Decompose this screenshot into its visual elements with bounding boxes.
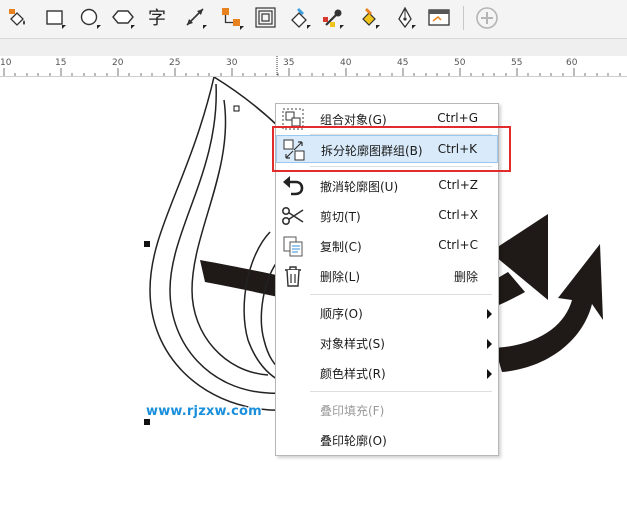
ruler-ticks bbox=[3, 56, 621, 76]
menu-item-label: 颜色样式(R) bbox=[320, 367, 386, 381]
property-bar bbox=[0, 39, 627, 57]
menu-item-label: 对象样式(S) bbox=[320, 337, 385, 351]
ruler-label: 35 bbox=[283, 58, 295, 68]
menu-item-overprint-outline[interactable]: 叠印轮廓(O) bbox=[276, 426, 498, 454]
horizontal-ruler[interactable]: 10 15 20 25 30 35 40 45 50 55 60 bbox=[0, 56, 627, 77]
ruler-label: 45 bbox=[397, 58, 409, 68]
pen-tool-icon[interactable] bbox=[392, 5, 418, 31]
ruler-label: 60 bbox=[566, 58, 578, 68]
menu-item-shortcut: Ctrl+G bbox=[437, 111, 478, 125]
menu-item-shortcut: Ctrl+X bbox=[438, 208, 478, 222]
ruler-label: 20 bbox=[112, 58, 124, 68]
text-tool-icon[interactable]: 字 bbox=[146, 5, 172, 31]
menu-item-color-styles[interactable]: 颜色样式(R) bbox=[276, 359, 498, 387]
text-tool-glyph: 字 bbox=[148, 8, 166, 29]
submenu-arrow-icon bbox=[487, 339, 492, 349]
menu-item-label: 撤消轮廓图(U) bbox=[320, 180, 399, 194]
menu-item-shortcut: Ctrl+Z bbox=[438, 178, 478, 192]
menu-separator bbox=[310, 294, 492, 295]
menu-item-shortcut: 删除 bbox=[453, 270, 478, 284]
selection-handle bbox=[144, 241, 150, 247]
screen-capture-icon[interactable] bbox=[426, 5, 452, 31]
menu-item-label: 删除(L) bbox=[320, 270, 361, 284]
menu-item-label: 复制(C) bbox=[320, 240, 362, 254]
trash-icon bbox=[281, 264, 305, 288]
selection-handle bbox=[144, 419, 150, 425]
interactive-fill-icon[interactable] bbox=[287, 5, 313, 31]
eyedropper-icon[interactable] bbox=[320, 5, 346, 31]
menu-item-shortcut: Ctrl+C bbox=[438, 238, 478, 252]
menu-item-delete[interactable]: 删除(L) 删除 bbox=[276, 262, 498, 290]
rectangle-tool-icon[interactable] bbox=[42, 5, 68, 31]
menu-item-label: 叠印填充(F) bbox=[320, 404, 385, 418]
ruler-label: 15 bbox=[55, 58, 67, 68]
submenu-arrow-icon bbox=[487, 309, 492, 319]
highlight-annotation-box bbox=[272, 126, 511, 172]
polygon-tool-icon[interactable] bbox=[111, 5, 137, 31]
menu-item-order[interactable]: 顺序(O) bbox=[276, 299, 498, 327]
ruler-label: 40 bbox=[340, 58, 352, 68]
ruler-label: 50 bbox=[454, 58, 466, 68]
connector-tool-icon[interactable] bbox=[219, 5, 245, 31]
node-handle bbox=[233, 105, 240, 112]
dimension-tool-icon[interactable] bbox=[183, 5, 209, 31]
ruler-label: 25 bbox=[169, 58, 181, 68]
menu-item-undo-contour[interactable]: 撤消轮廓图(U) Ctrl+Z bbox=[276, 172, 498, 200]
contour-inner bbox=[191, 99, 269, 376]
ellipse-tool-icon[interactable] bbox=[77, 5, 103, 31]
watermark-text: www.rjzxw.com bbox=[146, 404, 262, 419]
menu-item-cut[interactable]: 剪切(T) Ctrl+X bbox=[276, 202, 498, 230]
copy-icon bbox=[281, 234, 305, 258]
menu-item-overprint-fill: 叠印填充(F) bbox=[276, 396, 498, 424]
menu-separator bbox=[310, 391, 492, 392]
submenu-arrow-icon bbox=[487, 369, 492, 379]
menu-item-label: 顺序(O) bbox=[320, 307, 363, 321]
fill-tool-icon[interactable] bbox=[5, 5, 31, 31]
smart-fill-icon[interactable] bbox=[356, 5, 382, 31]
ruler-label: 10 bbox=[0, 58, 12, 68]
ruler-label: 55 bbox=[511, 58, 523, 68]
scissors-icon bbox=[281, 204, 305, 228]
add-tool-icon[interactable] bbox=[474, 5, 500, 31]
menu-item-label: 叠印轮廓(O) bbox=[320, 434, 387, 448]
toolbar-separator bbox=[463, 6, 464, 30]
menu-item-label: 剪切(T) bbox=[320, 210, 361, 224]
contour-tool-icon[interactable] bbox=[253, 5, 279, 31]
undo-icon bbox=[281, 174, 305, 198]
toolbar: 字 bbox=[0, 0, 627, 39]
menu-item-copy[interactable]: 复制(C) Ctrl+C bbox=[276, 232, 498, 260]
ruler-label: 30 bbox=[226, 58, 238, 68]
menu-item-object-styles[interactable]: 对象样式(S) bbox=[276, 329, 498, 357]
